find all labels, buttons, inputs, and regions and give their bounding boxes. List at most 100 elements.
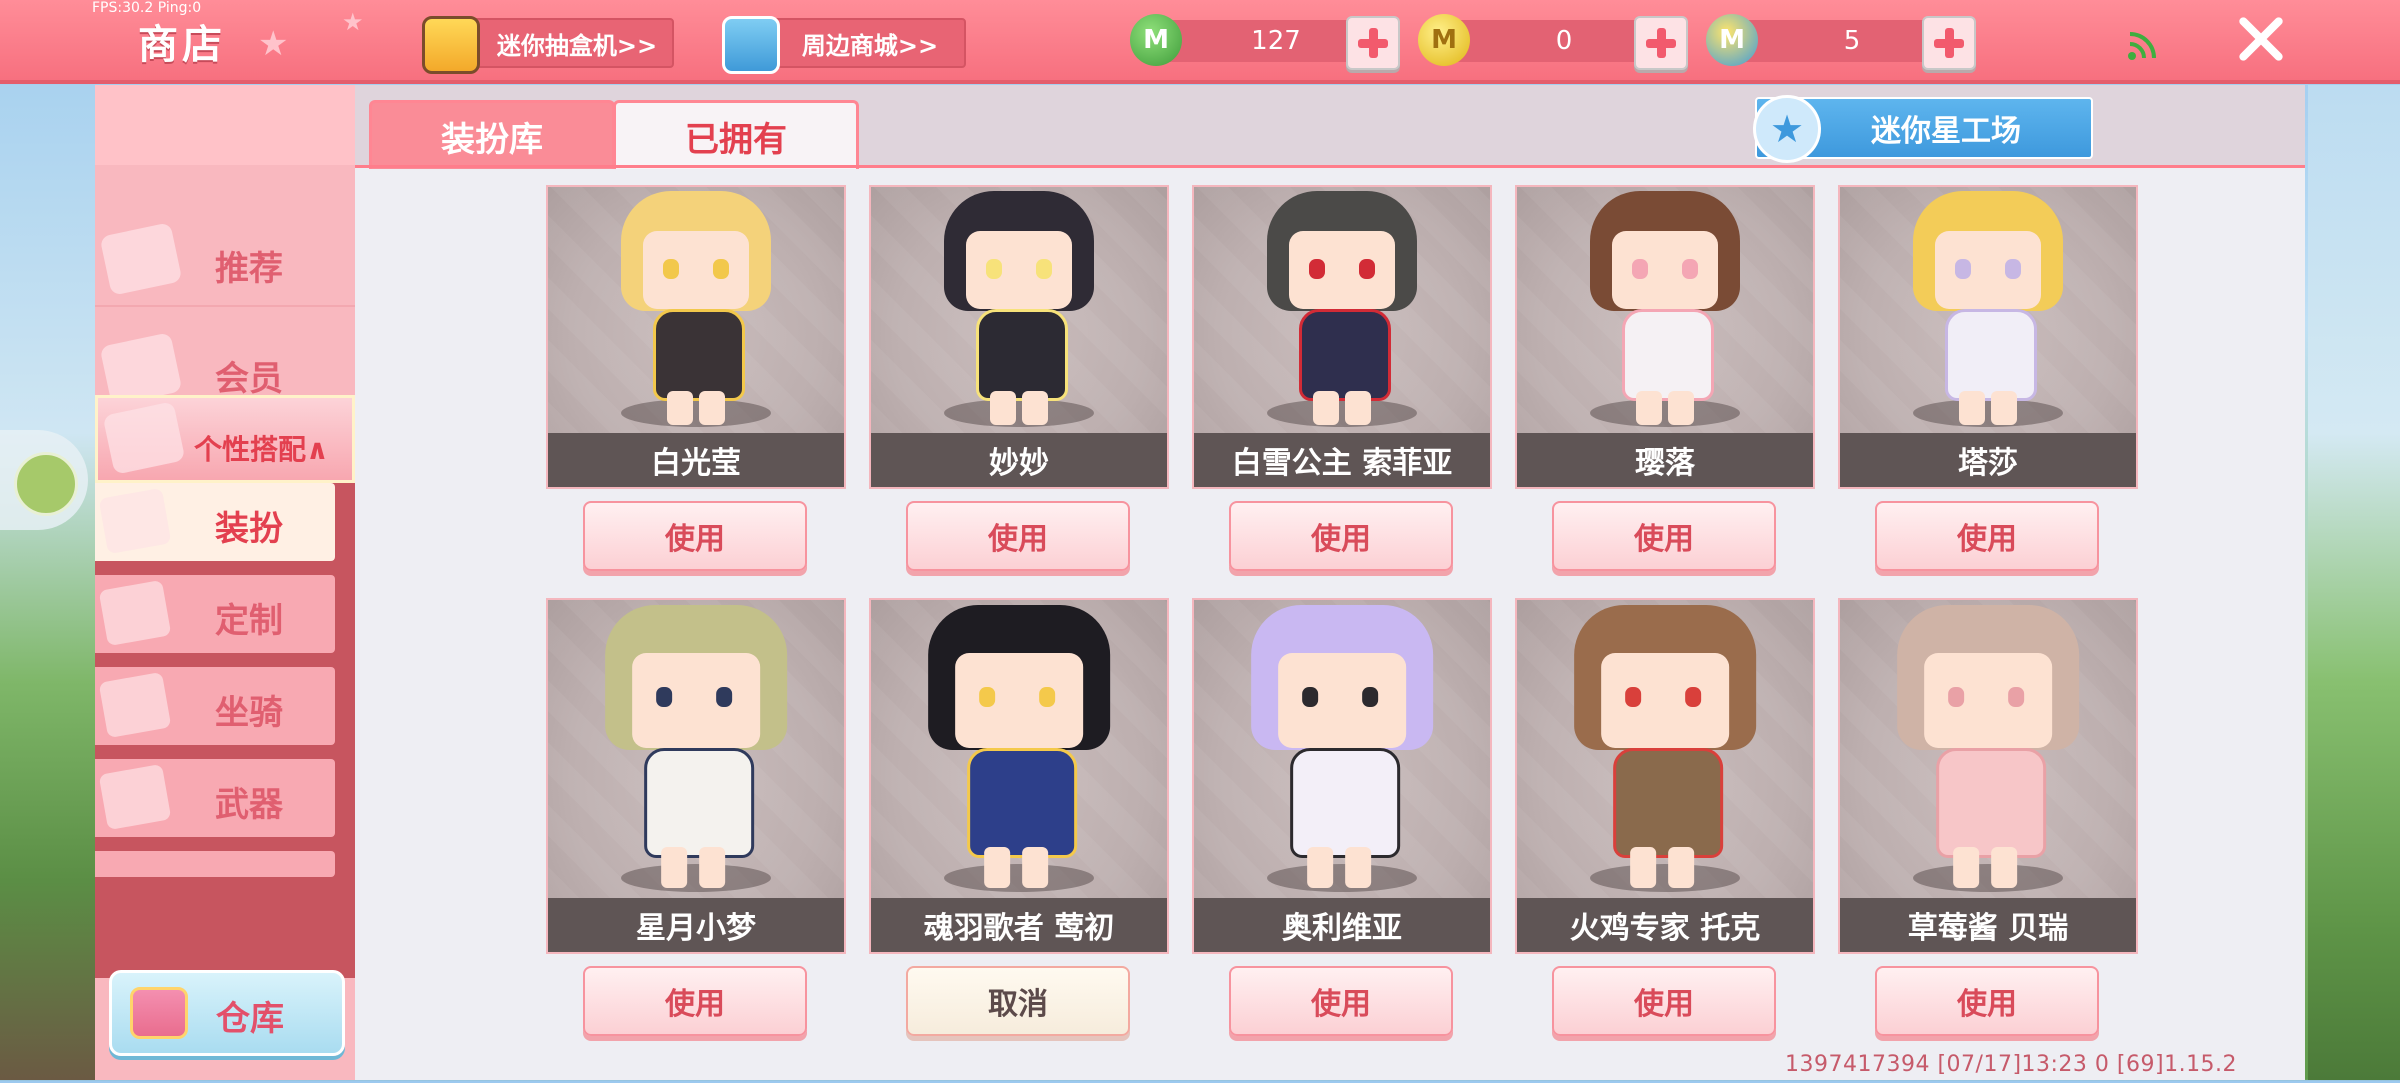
submenu-item-label: 装扮: [215, 509, 283, 549]
sidebar-item-label: 推荐: [215, 249, 283, 289]
skin-card[interactable]: 火鸡专家 托克: [1515, 598, 1815, 954]
tab-strip: 装扮库 已拥有 ★ 迷你星工场: [355, 85, 2305, 169]
page-title: 商店: [138, 22, 226, 68]
skin-portrait: [871, 187, 1167, 433]
skin-name: 白光莹: [548, 433, 844, 487]
add-gold-coin-button[interactable]: [1634, 16, 1688, 70]
character-avatar: [1574, 604, 1756, 896]
mini-coin-icon: M: [1706, 14, 1758, 66]
use-skin-button[interactable]: 使用: [1875, 966, 2099, 1036]
crown-icon: [102, 401, 186, 475]
skin-card[interactable]: 星月小梦: [546, 598, 846, 954]
skin-name: 白雪公主 索菲亚: [1194, 433, 1490, 487]
game-background-left: [0, 85, 95, 1080]
green-mini-bean-icon: M: [1130, 14, 1182, 66]
account-build-info: 1397417394 [07/17]13:23 0 [69]1.15.2: [1785, 1052, 2238, 1077]
blind-box-link[interactable]: 迷你抽盒机>>: [422, 16, 674, 74]
submenu-item-dressup[interactable]: 装扮: [95, 483, 335, 561]
star-icon: ★: [1753, 95, 1821, 163]
character-avatar: [1590, 191, 1740, 431]
skin-card[interactable]: 奥利维亚: [1192, 598, 1492, 954]
mini-coin-count: 5: [1843, 26, 1861, 56]
mini-bean-count: 127: [1251, 26, 1301, 56]
skin-portrait: [1194, 187, 1490, 433]
character-avatar: [621, 191, 771, 431]
wifi-signal-icon: [2128, 32, 2156, 60]
skin-card[interactable]: 妙妙: [869, 185, 1169, 489]
currency-gold-coin: M 0: [1418, 14, 1660, 66]
currency-mini-coin: M 5: [1706, 14, 1948, 66]
mini-workshop-button[interactable]: ★ 迷你星工场: [1753, 95, 2093, 163]
star-decoration-icon: ★: [258, 24, 289, 64]
skin-portrait: [1517, 600, 1813, 898]
character-avatar: [1897, 604, 2079, 896]
skin-name: 星月小梦: [548, 898, 844, 952]
skin-portrait: [1840, 187, 2136, 433]
use-skin-button[interactable]: 使用: [1552, 501, 1776, 571]
style-submenu: 装扮 定制 坐骑 武器: [95, 483, 355, 978]
warehouse-button[interactable]: 仓库: [109, 970, 345, 1056]
submenu-item-label: 坐骑: [215, 693, 283, 733]
skin-portrait: [1517, 187, 1813, 433]
skin-card[interactable]: 璎落: [1515, 185, 1815, 489]
character-avatar: [1267, 191, 1417, 431]
character-avatar: [944, 191, 1094, 431]
game-background-right: [2308, 85, 2400, 1080]
skin-name: 奥利维亚: [1194, 898, 1490, 952]
add-mini-coin-button[interactable]: [1922, 16, 1976, 70]
assistant-avatar-icon: [14, 452, 78, 516]
skin-name: 火鸡专家 托克: [1517, 898, 1813, 952]
skin-card[interactable]: 魂羽歌者 莺初: [869, 598, 1169, 954]
close-icon[interactable]: [2236, 14, 2286, 64]
currency-mini-bean: M 127: [1130, 14, 1372, 66]
character-avatar: [605, 604, 787, 896]
skin-portrait: [548, 600, 844, 898]
use-skin-button[interactable]: 使用: [1229, 501, 1453, 571]
skin-card[interactable]: 白光莹: [546, 185, 846, 489]
use-skin-button[interactable]: 使用: [906, 501, 1130, 571]
tab-owned[interactable]: 已拥有: [613, 100, 859, 169]
sidebar-item-style-match[interactable]: 个性搭配∧: [95, 395, 355, 483]
sidebar-item-label: 会员: [215, 359, 283, 399]
shopping-bag-icon: [722, 16, 780, 74]
gold-coin-icon: M: [1418, 14, 1470, 66]
merch-store-link[interactable]: 周边商城>>: [722, 16, 966, 74]
mount-icon: [98, 671, 172, 739]
skin-name: 妙妙: [871, 433, 1167, 487]
skin-card[interactable]: 白雪公主 索菲亚: [1192, 185, 1492, 489]
character-avatar: [928, 604, 1110, 896]
submenu-item-partial[interactable]: [95, 851, 335, 877]
submenu-item-label: 定制: [215, 601, 283, 641]
character-avatar: [1251, 604, 1433, 896]
cancel-skin-button[interactable]: 取消: [906, 966, 1130, 1036]
skin-name: 草莓酱 贝瑞: [1840, 898, 2136, 952]
use-skin-button[interactable]: 使用: [583, 501, 807, 571]
skin-card[interactable]: 草莓酱 贝瑞: [1838, 598, 2138, 954]
submenu-item-mount[interactable]: 坐骑: [95, 667, 335, 745]
skin-portrait: [871, 600, 1167, 898]
tab-skin-library[interactable]: 装扮库: [369, 100, 615, 169]
use-skin-button[interactable]: 使用: [583, 966, 807, 1036]
skin-portrait: [548, 187, 844, 433]
use-skin-button[interactable]: 使用: [1875, 501, 2099, 571]
character-avatar: [1913, 191, 2063, 431]
blind-box-machine-icon: [422, 16, 480, 74]
brush-icon: [98, 579, 172, 647]
skin-card[interactable]: 塔莎: [1838, 185, 2138, 489]
treasure-chest-icon: [130, 987, 188, 1039]
use-skin-button[interactable]: 使用: [1552, 966, 1776, 1036]
top-bar: FPS:30.2 Ping:0 ★ ★ 商店 迷你抽盒机>> 周边商城>> M …: [0, 0, 2400, 84]
skin-portrait: [1840, 600, 2136, 898]
shirt-icon: [98, 487, 172, 555]
submenu-item-weapon[interactable]: 武器: [95, 759, 335, 837]
submenu-item-label: 武器: [215, 785, 283, 825]
sidebar-item-recommend[interactable]: 推荐: [95, 215, 355, 307]
add-mini-bean-button[interactable]: [1346, 16, 1400, 70]
sidebar-item-label: 个性搭配∧: [194, 433, 329, 466]
warehouse-label: 仓库: [216, 999, 284, 1039]
thumbs-up-icon: [99, 222, 183, 296]
skin-name: 塔莎: [1840, 433, 2136, 487]
use-skin-button[interactable]: 使用: [1229, 966, 1453, 1036]
sidebar: 推荐 会员 个性搭配∧ 装扮 定制 坐骑 武器 仓库: [95, 85, 355, 1080]
submenu-item-custom[interactable]: 定制: [95, 575, 335, 653]
